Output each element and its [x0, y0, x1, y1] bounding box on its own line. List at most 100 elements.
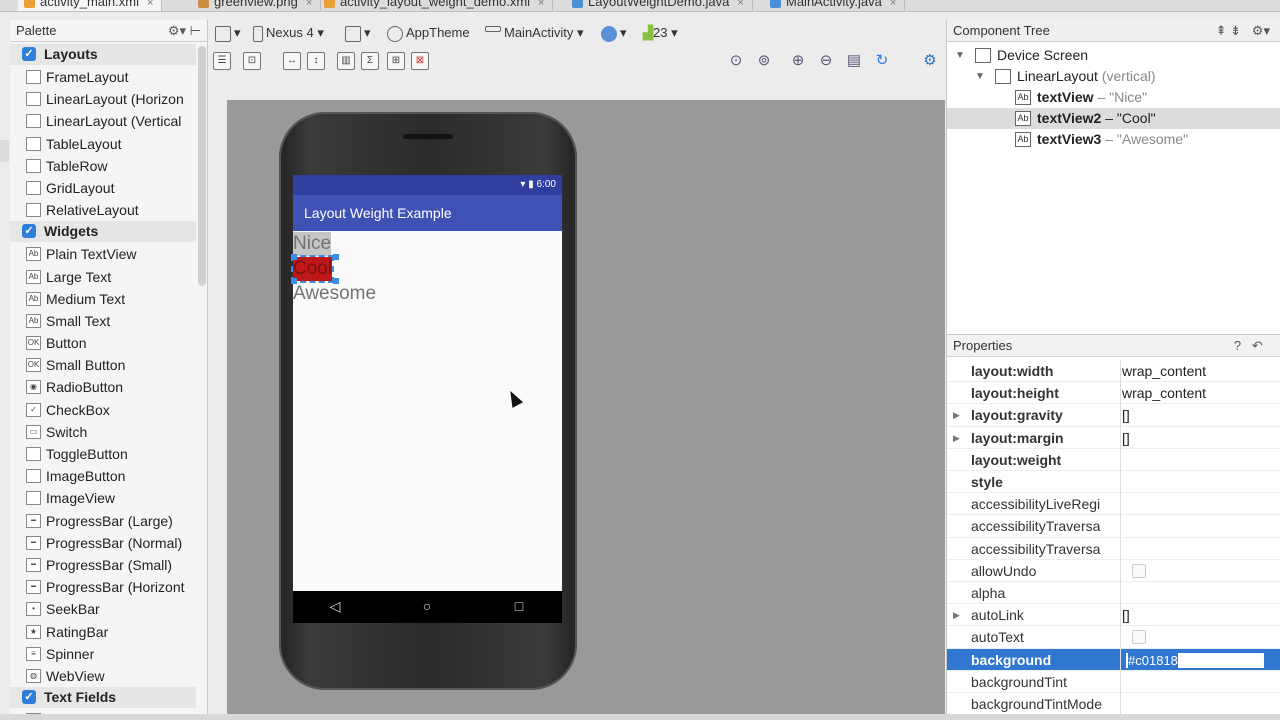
category-checkbox-icon[interactable]: ✓: [22, 47, 36, 61]
property-row[interactable]: accessibilityTraversa: [947, 537, 1280, 560]
palette-item[interactable]: ◉ RadioButton: [10, 376, 196, 398]
tree-tools-icon[interactable]: ⇞ ⇟ ⚙▾: [1216, 20, 1270, 42]
file-tab[interactable]: activity_layout_weight_demo.xml ×: [318, 0, 554, 11]
property-row[interactable]: alpha: [947, 582, 1280, 605]
tree-node[interactable]: Ab textView – "Nice": [947, 87, 1280, 108]
palette-item[interactable]: ImageButton: [10, 465, 196, 487]
property-value[interactable]: []: [1120, 404, 1280, 427]
weight-sum-icon[interactable]: Σ: [361, 52, 379, 70]
zoom-out-icon[interactable]: ⊖: [817, 52, 835, 70]
palette-item[interactable]: ★ RatingBar: [10, 621, 196, 643]
property-value[interactable]: [1120, 559, 1280, 582]
tree-node[interactable]: Ab textView3 – "Awesome": [947, 129, 1280, 150]
side-tool-tab[interactable]: [0, 140, 9, 162]
screenshot-icon[interactable]: ▤: [845, 52, 863, 70]
expand-arrow-icon[interactable]: ▶: [953, 404, 960, 426]
resize-handle[interactable]: [333, 254, 339, 260]
palette-item[interactable]: OK Button: [10, 332, 196, 354]
textview-cool-selected[interactable]: Cool: [290, 255, 335, 283]
palette-item[interactable]: Ab Large Text: [10, 266, 196, 288]
tree-node[interactable]: Ab textView2 – "Cool": [947, 108, 1280, 129]
palette-scrollbar[interactable]: [198, 46, 206, 286]
layout-columns-icon[interactable]: ▥: [337, 52, 355, 70]
palette-item[interactable]: Ab Medium Text: [10, 288, 196, 310]
distribute-horizontal-icon[interactable]: ↔: [283, 52, 301, 70]
file-tab[interactable]: MainActivity.java ×: [764, 0, 906, 11]
property-row[interactable]: backgroundTint: [947, 670, 1280, 693]
tree-node[interactable]: ▼ LinearLayout (vertical): [947, 66, 1280, 87]
design-canvas[interactable]: ▾ ▮ 6:00 Layout Weight Example Nice Cool…: [227, 100, 945, 720]
palette-item[interactable]: FrameLayout: [10, 66, 196, 88]
zoom-actual-icon[interactable]: ⊙: [727, 52, 745, 70]
palette-item[interactable]: ◍ WebView: [10, 665, 196, 687]
palette-item[interactable]: ━ ProgressBar (Large): [10, 510, 196, 532]
activity-dropdown[interactable]: MainActivity ▾: [485, 22, 584, 44]
palette-item[interactable]: ━ ProgressBar (Normal): [10, 532, 196, 554]
clear-weights-icon[interactable]: ⊠: [411, 52, 429, 70]
zoom-fit-icon[interactable]: ⊡: [243, 52, 261, 70]
palette-item[interactable]: OK Small Button: [10, 354, 196, 376]
expand-arrow-icon[interactable]: ▶: [953, 427, 960, 449]
property-value[interactable]: [1120, 515, 1280, 538]
property-value[interactable]: []: [1120, 426, 1280, 449]
category-checkbox-icon[interactable]: ✓: [22, 224, 36, 239]
property-row[interactable]: style: [947, 471, 1280, 494]
textview-awesome[interactable]: Awesome: [293, 282, 376, 306]
file-tab[interactable]: LayoutWeightDemo.java ×: [566, 0, 753, 11]
palette-item[interactable]: Ab Small Text: [10, 310, 196, 332]
palette-item[interactable]: LinearLayout (Vertical: [10, 110, 196, 132]
layout-file-dropdown[interactable]: ▾: [215, 22, 241, 44]
property-row[interactable]: backgroundTintMode: [947, 693, 1280, 716]
property-value[interactable]: [1120, 693, 1280, 715]
property-value[interactable]: [1120, 670, 1280, 693]
background-color-input[interactable]: #c01818: [1125, 651, 1265, 669]
property-row[interactable]: ▶ autoLink []: [947, 604, 1280, 627]
palette-category[interactable]: ✓ Widgets: [10, 221, 196, 243]
property-row[interactable]: layout:weight: [947, 448, 1280, 471]
property-value[interactable]: [1120, 448, 1280, 471]
property-row[interactable]: ▶ layout:gravity []: [947, 404, 1280, 427]
property-value[interactable]: []: [1120, 604, 1280, 627]
properties-tools-icon[interactable]: ? ↶: [1234, 335, 1270, 357]
palette-item[interactable]: LinearLayout (Horizon: [10, 88, 196, 110]
property-value[interactable]: wrap_content: [1120, 360, 1280, 382]
property-row[interactable]: layout:height wrap_content: [947, 382, 1280, 405]
file-tab[interactable]: greenview.png ×: [192, 0, 322, 11]
zoom-fit-screen-icon[interactable]: ⊚: [755, 52, 773, 70]
device-dropdown[interactable]: Nexus 4 ▾: [253, 22, 324, 44]
property-value[interactable]: [1120, 537, 1280, 560]
property-value[interactable]: [1120, 493, 1280, 516]
orientation-dropdown[interactable]: ▾: [345, 22, 371, 44]
close-tab-icon[interactable]: ×: [147, 0, 153, 9]
palette-item[interactable]: TableRow: [10, 155, 196, 177]
zoom-in-icon[interactable]: ⊕: [789, 52, 807, 70]
property-checkbox[interactable]: [1132, 630, 1146, 645]
close-tab-icon[interactable]: ×: [538, 0, 544, 9]
theme-button[interactable]: AppTheme: [387, 22, 470, 44]
close-tab-icon[interactable]: ×: [737, 0, 743, 9]
property-row[interactable]: background #c01818: [947, 648, 1280, 671]
palette-category[interactable]: ✓ Text Fields: [10, 687, 196, 709]
refresh-icon[interactable]: ↻: [873, 52, 891, 70]
palette-item[interactable]: ToggleButton: [10, 443, 196, 465]
textview-nice[interactable]: Nice: [293, 232, 332, 256]
assign-weight-icon[interactable]: ⊞: [387, 52, 405, 70]
palette-item[interactable]: TableLayout: [10, 133, 196, 155]
distribute-vertical-icon[interactable]: ↕: [307, 52, 325, 70]
property-row[interactable]: accessibilityTraversa: [947, 515, 1280, 538]
resize-handle[interactable]: [291, 254, 297, 260]
close-tab-icon[interactable]: ×: [890, 0, 896, 9]
palette-category[interactable]: ✓ Layouts: [10, 44, 196, 65]
property-value[interactable]: [1120, 626, 1280, 649]
property-row[interactable]: ▶ layout:margin []: [947, 426, 1280, 449]
expand-arrow-icon[interactable]: ▼: [955, 45, 965, 66]
palette-item[interactable]: GridLayout: [10, 177, 196, 199]
expand-arrow-icon[interactable]: ▼: [975, 66, 985, 87]
expand-arrow-icon[interactable]: ▶: [953, 604, 960, 626]
property-checkbox[interactable]: [1132, 563, 1146, 578]
locale-dropdown[interactable]: ▾: [601, 22, 627, 44]
toggle-preview-icon[interactable]: ☰: [213, 52, 231, 70]
palette-item[interactable]: ━ ProgressBar (Horizont: [10, 576, 196, 598]
property-row[interactable]: layout:width wrap_content: [947, 360, 1280, 383]
palette-item[interactable]: ━ ProgressBar (Small): [10, 554, 196, 576]
